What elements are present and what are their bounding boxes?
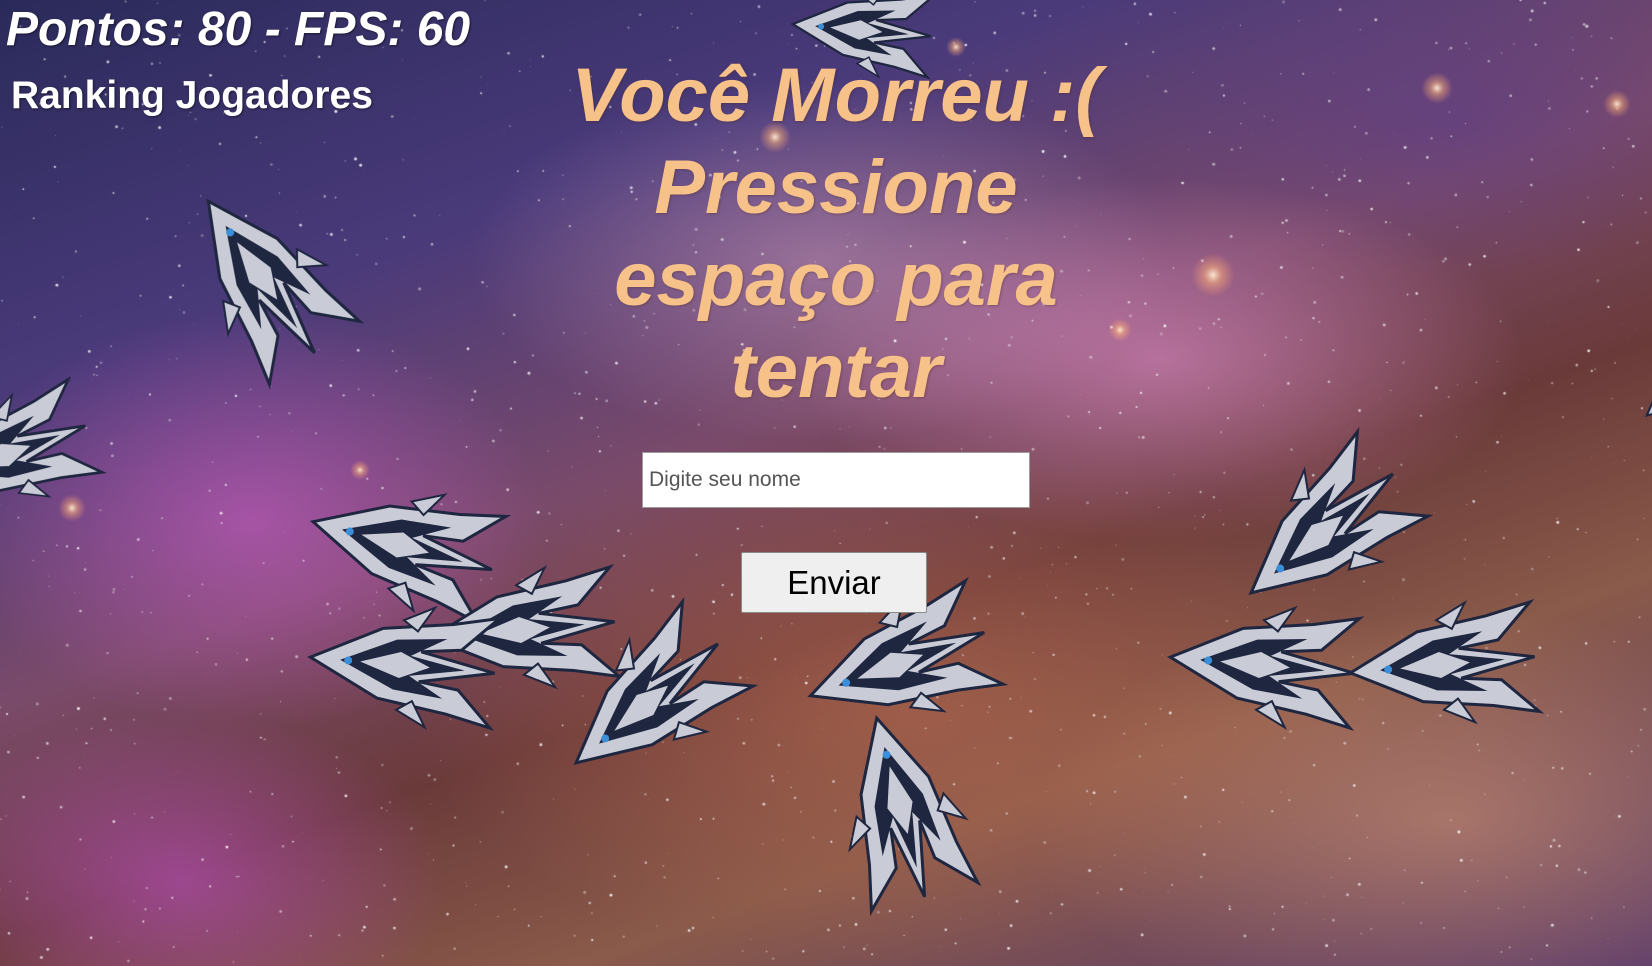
score-fps-display: Pontos: 80 - FPS: 60 xyxy=(6,3,471,56)
player-name-input[interactable] xyxy=(642,452,1030,508)
ranking-title: Ranking Jogadores xyxy=(11,74,373,117)
spaceship-icon xyxy=(307,605,505,732)
game-canvas[interactable]: Pontos: 80 - FPS: 60 Ranking Jogadores V… xyxy=(0,0,1652,966)
enemy-ship xyxy=(1334,582,1546,749)
game-over-message: Você Morreu :( Pressione espaço para ten… xyxy=(571,53,1101,414)
submit-button[interactable]: Enviar xyxy=(741,552,927,613)
spaceship-icon xyxy=(1347,598,1545,725)
enemy-ship xyxy=(294,582,506,749)
